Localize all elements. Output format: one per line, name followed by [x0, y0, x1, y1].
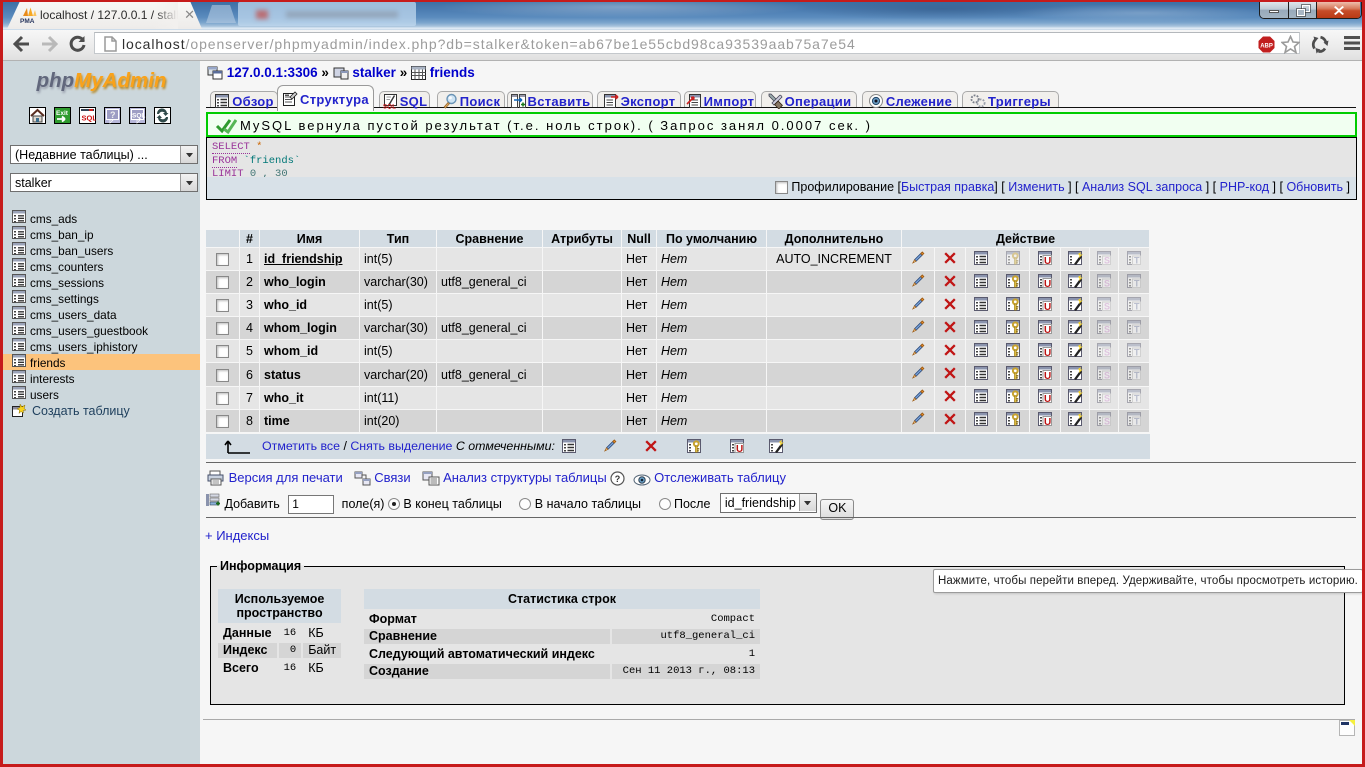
- svg-text:ABP: ABP: [1260, 44, 1273, 50]
- svg-text:U: U: [1044, 325, 1051, 335]
- svg-text:T: T: [1134, 347, 1140, 357]
- svg-text:T: T: [1134, 278, 1140, 288]
- svg-text:S: S: [1104, 371, 1110, 381]
- svg-text:U: U: [1044, 417, 1051, 427]
- svg-text:U: U: [1044, 302, 1051, 312]
- svg-text:T: T: [1134, 394, 1140, 404]
- svg-text:T: T: [1134, 255, 1140, 265]
- svg-text:U: U: [1044, 348, 1051, 358]
- svg-text:U: U: [1044, 256, 1051, 266]
- svg-text:SQL: SQL: [132, 113, 145, 120]
- svg-text:S: S: [1104, 255, 1110, 265]
- svg-text:S: S: [1104, 417, 1110, 427]
- svg-text:?: ?: [110, 110, 116, 120]
- svg-text:U: U: [1044, 279, 1051, 289]
- svg-text:S: S: [1104, 324, 1110, 334]
- svg-text:T: T: [1134, 324, 1140, 334]
- svg-text:U: U: [736, 444, 743, 454]
- svg-text:SQL: SQL: [383, 104, 396, 109]
- svg-text:S: S: [1104, 301, 1110, 311]
- svg-text:?: ?: [615, 474, 621, 484]
- svg-text:T: T: [1134, 417, 1140, 427]
- svg-text:T: T: [1134, 301, 1140, 311]
- svg-text:S: S: [1104, 278, 1110, 288]
- svg-text:S: S: [1104, 347, 1110, 357]
- svg-text:U: U: [1044, 394, 1051, 404]
- svg-text:U: U: [1044, 371, 1051, 381]
- svg-text:S: S: [1104, 394, 1110, 404]
- svg-text:PMA: PMA: [20, 18, 35, 25]
- svg-text:Exit: Exit: [56, 110, 69, 117]
- svg-text:SQL: SQL: [82, 114, 97, 123]
- svg-text:T: T: [1134, 371, 1140, 381]
